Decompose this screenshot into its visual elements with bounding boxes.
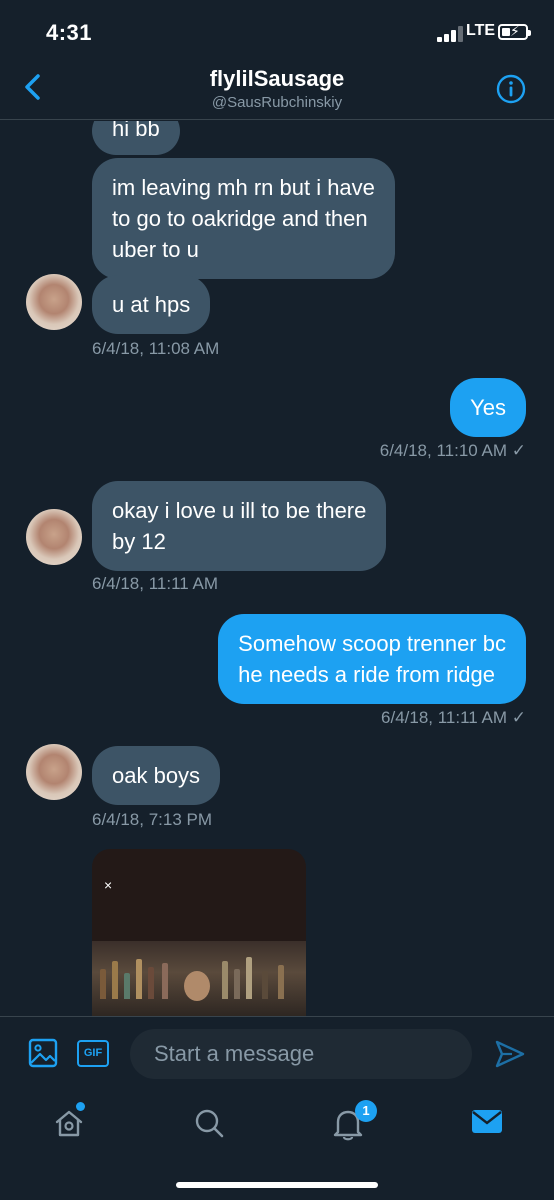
message-bubble-received[interactable]: okay i love u ill to be there by 12 bbox=[92, 481, 387, 571]
conversation-handle[interactable]: @SausRubchinskiy bbox=[0, 94, 554, 111]
notifications-badge: 1 bbox=[355, 1100, 377, 1122]
status-time: 4:31 bbox=[46, 20, 93, 45]
image-icon[interactable] bbox=[28, 1038, 58, 1068]
tab-messages[interactable] bbox=[456, 1102, 516, 1152]
message-bubble-sent[interactable]: Yes bbox=[450, 378, 526, 437]
message-timestamp: 6/4/18, 7:13 PM bbox=[92, 810, 213, 829]
signal-strength-icon bbox=[437, 26, 463, 42]
network-type: LTE bbox=[466, 22, 496, 39]
close-icon[interactable]: × bbox=[104, 877, 112, 893]
message-bubble-received[interactable]: im leaving mh rn but i have to go to oak… bbox=[92, 158, 395, 279]
bottom-tab-bar: 1 bbox=[0, 1090, 554, 1200]
send-icon[interactable] bbox=[494, 1039, 526, 1069]
mail-icon bbox=[472, 1110, 502, 1133]
home-indicator bbox=[176, 1182, 378, 1188]
tab-search[interactable] bbox=[178, 1102, 238, 1152]
new-content-dot bbox=[76, 1102, 85, 1111]
info-icon[interactable] bbox=[496, 74, 526, 104]
conversation-name[interactable]: flylilSausage bbox=[0, 66, 554, 92]
contact-avatar[interactable] bbox=[26, 744, 82, 800]
message-timestamp: 6/4/18, 11:11 AM bbox=[92, 574, 219, 593]
message-thread[interactable]: hi bb im leaving mh rn but i have to go … bbox=[0, 121, 554, 1016]
battery-icon: ⚡ bbox=[498, 23, 531, 40]
attachment-photo bbox=[92, 941, 306, 1016]
message-input[interactable] bbox=[130, 1029, 472, 1079]
message-bubble-received[interactable]: u at hps bbox=[92, 275, 211, 334]
message-timestamp: 6/4/18, 11:10 AM ✓ bbox=[379, 441, 526, 460]
status-bar: 4:31 LTE ⚡ bbox=[0, 0, 554, 60]
media-attachment[interactable]: × bbox=[92, 849, 306, 1016]
message-timestamp: 6/4/18, 11:08 AM bbox=[92, 339, 220, 358]
search-icon bbox=[195, 1109, 224, 1138]
message-bubble-received[interactable]: oak boys bbox=[92, 746, 221, 805]
conversation-header: flylilSausage @SausRubchinskiy bbox=[0, 60, 554, 120]
tab-home[interactable] bbox=[38, 1102, 98, 1152]
message-bubble-sent[interactable]: Somehow scoop trenner bc he needs a ride… bbox=[218, 614, 526, 704]
message-bubble-received[interactable]: hi bb bbox=[92, 121, 180, 155]
tab-notifications[interactable]: 1 bbox=[317, 1100, 377, 1152]
contact-avatar[interactable] bbox=[26, 274, 82, 330]
compose-bar: GIF bbox=[0, 1016, 554, 1090]
message-timestamp: 6/4/18, 11:11 AM ✓ bbox=[381, 708, 526, 727]
home-icon bbox=[55, 1110, 83, 1137]
gif-button[interactable]: GIF bbox=[77, 1040, 109, 1067]
contact-avatar[interactable] bbox=[26, 509, 82, 565]
